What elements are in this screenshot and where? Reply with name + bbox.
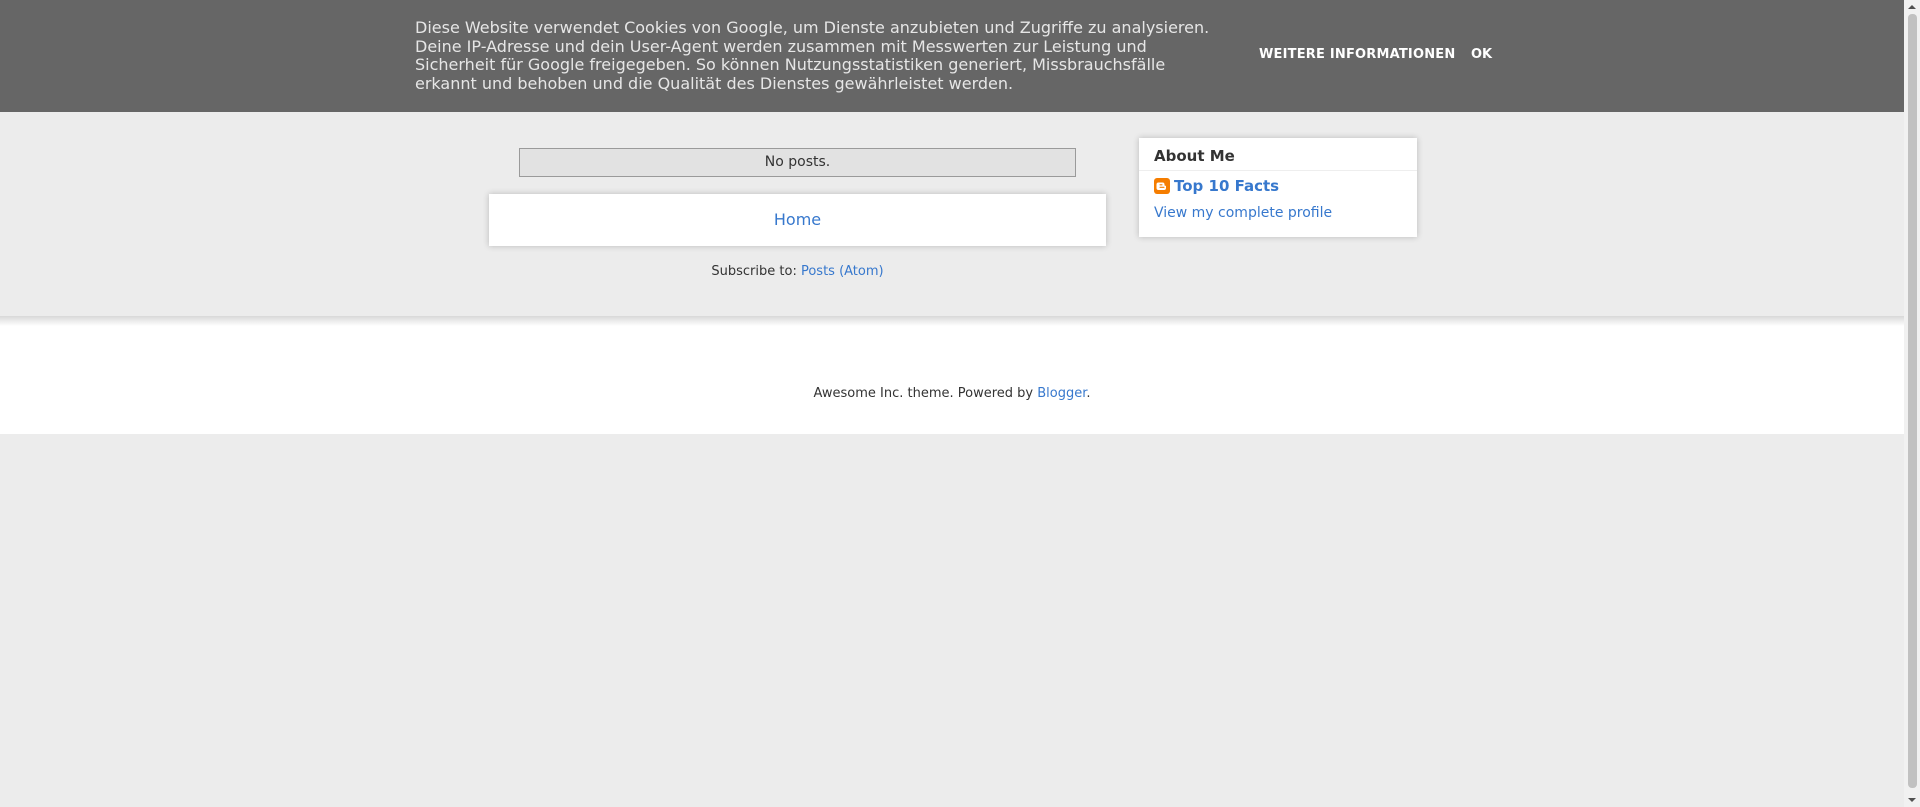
home-link[interactable]: Home [774, 210, 821, 229]
view-profile-link[interactable]: View my complete profile [1154, 205, 1332, 221]
blogger-icon [1154, 178, 1170, 194]
scroll-down-arrow-icon[interactable] [1904, 793, 1920, 807]
footer-shadow [0, 316, 1904, 326]
attribution-suffix: . [1086, 386, 1091, 401]
footer: Awesome Inc. theme. Powered by Blogger. [0, 326, 1904, 434]
blog-pager: Home [489, 194, 1106, 246]
scroll-up-arrow-icon[interactable] [1904, 0, 1920, 14]
scrollbar-thumb[interactable] [1908, 14, 1917, 788]
attribution-text: Awesome Inc. theme. Powered by Blogger. [0, 386, 1904, 401]
cookie-ok-button[interactable]: OK [1471, 47, 1492, 62]
vertical-scrollbar[interactable] [1904, 0, 1920, 807]
blogger-link[interactable]: Blogger [1037, 386, 1086, 401]
widget-divider [1139, 170, 1417, 171]
profile-name-link[interactable]: Top 10 Facts [1174, 177, 1279, 195]
about-me-title: About Me [1154, 147, 1235, 165]
attribution-prefix: Awesome Inc. theme. Powered by [813, 386, 1038, 401]
cookie-banner: Diese Website verwendet Cookies von Goog… [0, 0, 1904, 112]
posts-atom-link[interactable]: Posts (Atom) [801, 264, 884, 279]
subscribe-label: Subscribe to: [711, 264, 801, 279]
cookie-notice-text: Diese Website verwendet Cookies von Goog… [415, 18, 1210, 93]
subscribe-line: Subscribe to: Posts (Atom) [489, 264, 1106, 279]
more-information-link[interactable]: WEITERE INFORMATIONEN [1259, 47, 1455, 62]
no-posts-message: No posts. [519, 148, 1076, 177]
about-me-widget: About Me Top 10 Facts View my complete p… [1139, 138, 1417, 237]
